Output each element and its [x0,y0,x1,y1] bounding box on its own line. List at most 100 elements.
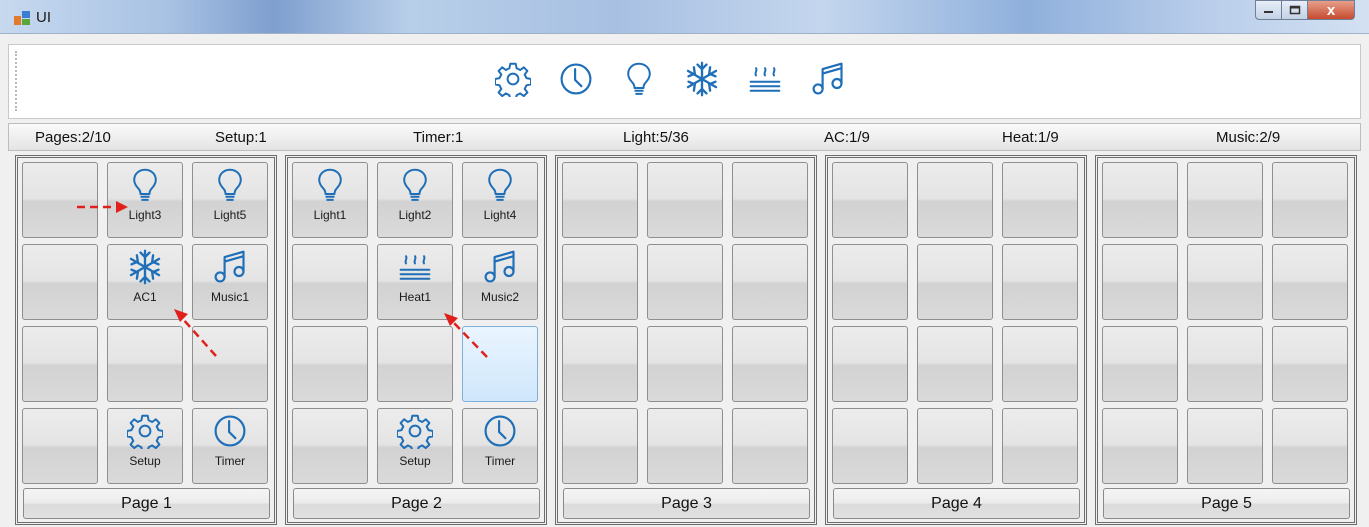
toolbar-gear-button[interactable] [493,61,533,101]
toolbar-lightbulb-button[interactable] [619,61,659,101]
tile-empty[interactable] [1187,408,1263,484]
status-bar: Pages:2/10 Setup:1 Timer:1 Light:5/36 AC… [8,123,1361,151]
tile-empty[interactable] [647,408,723,484]
lightbulb-icon [127,163,163,208]
close-button[interactable]: x [1308,0,1355,20]
tile-empty[interactable] [1102,326,1178,402]
tile-empty[interactable] [1187,244,1263,320]
tile-empty[interactable] [562,244,638,320]
tile-empty[interactable] [832,326,908,402]
tile-empty[interactable] [292,326,368,402]
tile-empty[interactable] [562,326,638,402]
tile-empty[interactable] [1102,162,1178,238]
close-icon: x [1326,1,1336,19]
tile-empty[interactable] [22,244,98,320]
tile-empty[interactable] [1002,408,1078,484]
clock-icon [558,61,594,102]
clock-icon [212,409,248,454]
tile-empty[interactable] [22,326,98,402]
tile-empty[interactable] [1187,162,1263,238]
tile-empty[interactable] [292,408,368,484]
page-panel-5: Page 5 [1095,155,1357,525]
tile-empty[interactable] [1102,244,1178,320]
toolbar-heat-button[interactable] [745,61,785,101]
tile-empty[interactable] [192,326,268,402]
tile-label: Setup [399,454,431,468]
tile-empty[interactable] [1102,408,1178,484]
tile-empty[interactable] [1272,408,1348,484]
tile-light2[interactable]: Light2 [377,162,453,238]
tile-empty[interactable] [1272,244,1348,320]
minimize-icon [1263,11,1273,13]
tile-heat1[interactable]: Heat1 [377,244,453,320]
lightbulb-icon [482,163,518,208]
toolbar-music-note-button[interactable] [808,61,848,101]
window-controls: x [1255,0,1355,22]
toolbar-clock-button[interactable] [556,61,596,101]
page-button-2[interactable]: Page 2 [293,488,540,519]
tile-light5[interactable]: Light5 [192,162,268,238]
tile-empty[interactable] [917,326,993,402]
tile-empty[interactable] [732,326,808,402]
tile-empty[interactable] [732,408,808,484]
tile-empty[interactable] [647,244,723,320]
tile-setup[interactable]: Setup [107,408,183,484]
tile-empty[interactable] [832,162,908,238]
tile-timer[interactable]: Timer [192,408,268,484]
toolbar-grip[interactable] [15,51,19,111]
tile-empty[interactable] [462,326,538,402]
tile-empty[interactable] [917,162,993,238]
tile-light3[interactable]: Light3 [107,162,183,238]
tile-empty[interactable] [22,408,98,484]
tile-empty[interactable] [1002,244,1078,320]
tile-empty[interactable] [732,162,808,238]
maximize-button[interactable] [1282,0,1308,20]
tile-empty[interactable] [22,162,98,238]
page-button-4[interactable]: Page 4 [833,488,1080,519]
tile-empty[interactable] [562,162,638,238]
tile-empty[interactable] [1002,162,1078,238]
tile-empty[interactable] [917,408,993,484]
tile-ac1[interactable]: AC1 [107,244,183,320]
tile-empty[interactable] [647,326,723,402]
page-button-3[interactable]: Page 3 [563,488,810,519]
music-count: Music:2/9 [1216,129,1281,146]
tile-empty[interactable] [1002,326,1078,402]
heat-icon [397,245,433,290]
tile-light1[interactable]: Light1 [292,162,368,238]
minimize-button[interactable] [1255,0,1282,20]
snowflake-icon [127,245,163,290]
tile-label: Light5 [213,208,247,222]
tile-empty[interactable] [917,244,993,320]
tile-setup[interactable]: Setup [377,408,453,484]
tile-timer[interactable]: Timer [462,408,538,484]
tile-empty[interactable] [1272,326,1348,402]
page-button-5[interactable]: Page 5 [1103,488,1350,519]
tile-light4[interactable]: Light4 [462,162,538,238]
tile-music1[interactable]: Music1 [192,244,268,320]
music-note-icon [482,245,518,290]
setup-count: Setup:1 [215,129,267,146]
tile-empty[interactable] [377,326,453,402]
tile-empty[interactable] [647,162,723,238]
tile-label: Heat1 [398,290,432,304]
tile-label: Timer [484,454,516,468]
tile-empty[interactable] [1272,162,1348,238]
toolbar-icons [493,61,848,101]
heat-count: Heat:1/9 [1002,129,1059,146]
tile-empty[interactable] [732,244,808,320]
tile-empty[interactable] [107,326,183,402]
tile-empty[interactable] [292,244,368,320]
lightbulb-icon [212,163,248,208]
tile-empty[interactable] [832,244,908,320]
music-note-icon [212,245,248,290]
tile-empty[interactable] [832,408,908,484]
tile-music2[interactable]: Music2 [462,244,538,320]
toolbar-snowflake-button[interactable] [682,61,722,101]
clock-icon [482,409,518,454]
maximize-icon [1289,5,1300,15]
page-button-1[interactable]: Page 1 [23,488,270,519]
tile-empty[interactable] [1187,326,1263,402]
lightbulb-icon [397,163,433,208]
tile-empty[interactable] [562,408,638,484]
